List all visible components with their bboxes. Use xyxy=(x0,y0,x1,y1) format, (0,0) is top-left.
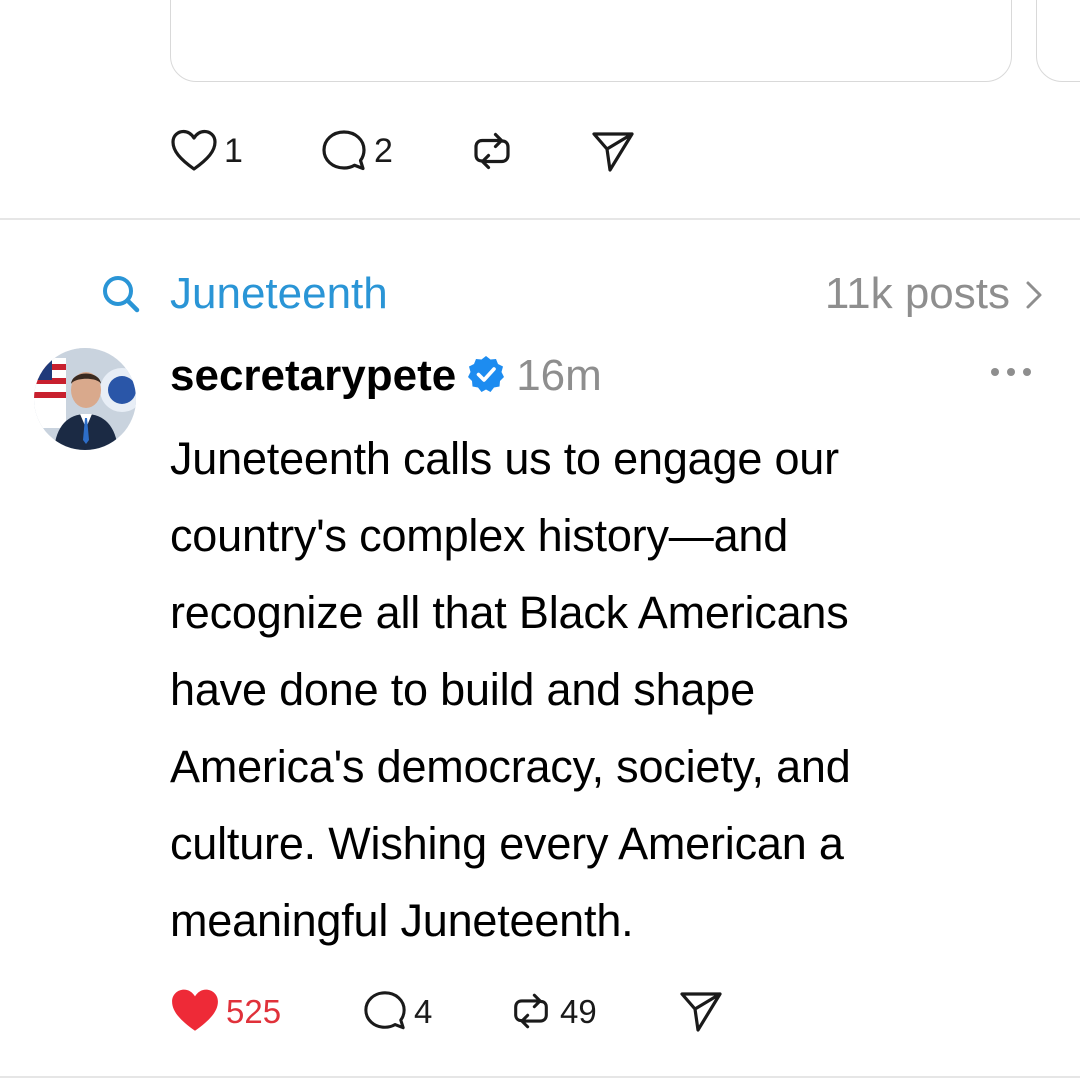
post-divider xyxy=(0,218,1080,220)
post-text: Juneteenth calls us to engage our countr… xyxy=(170,433,851,946)
previous-post-media[interactable] xyxy=(170,0,1012,82)
post-header: secretarypete 16m xyxy=(170,346,602,406)
like-button[interactable]: 525 xyxy=(170,986,281,1036)
comment-icon xyxy=(320,128,368,174)
like-button[interactable]: 1 xyxy=(170,126,243,176)
avatar-image xyxy=(34,348,136,450)
repost-button[interactable]: 49 xyxy=(508,986,597,1036)
reply-button[interactable]: 4 xyxy=(362,986,432,1036)
repost-icon xyxy=(468,128,516,174)
send-icon xyxy=(678,988,724,1034)
topic-label[interactable]: Juneteenth xyxy=(170,266,388,322)
like-count: 1 xyxy=(224,132,243,170)
username[interactable]: secretarypete xyxy=(170,346,456,406)
more-options-icon[interactable] xyxy=(988,364,1034,385)
search-icon xyxy=(100,273,142,320)
repost-button[interactable] xyxy=(468,126,516,176)
send-icon xyxy=(590,128,636,174)
post-time: 16m xyxy=(516,351,602,400)
repost-count: 49 xyxy=(560,992,597,1030)
heart-filled-icon xyxy=(170,988,220,1034)
like-count: 525 xyxy=(226,992,282,1030)
reply-button[interactable]: 2 xyxy=(320,126,393,176)
topic-posts-count[interactable]: 11k posts xyxy=(825,266,1010,322)
previous-post-media-next[interactable] xyxy=(1036,0,1080,82)
repost-icon xyxy=(508,989,554,1033)
reply-count: 2 xyxy=(374,132,393,170)
post-divider-bottom xyxy=(0,1076,1080,1078)
share-button[interactable] xyxy=(678,986,724,1036)
comment-icon xyxy=(362,989,408,1033)
reply-count: 4 xyxy=(414,992,433,1030)
verified-badge-icon xyxy=(466,354,506,399)
heart-icon xyxy=(170,129,218,173)
avatar[interactable] xyxy=(34,348,136,450)
chevron-right-icon xyxy=(1024,280,1044,315)
topic-row[interactable]: Juneteenth 11k posts xyxy=(100,266,1044,322)
share-button[interactable] xyxy=(590,126,636,176)
